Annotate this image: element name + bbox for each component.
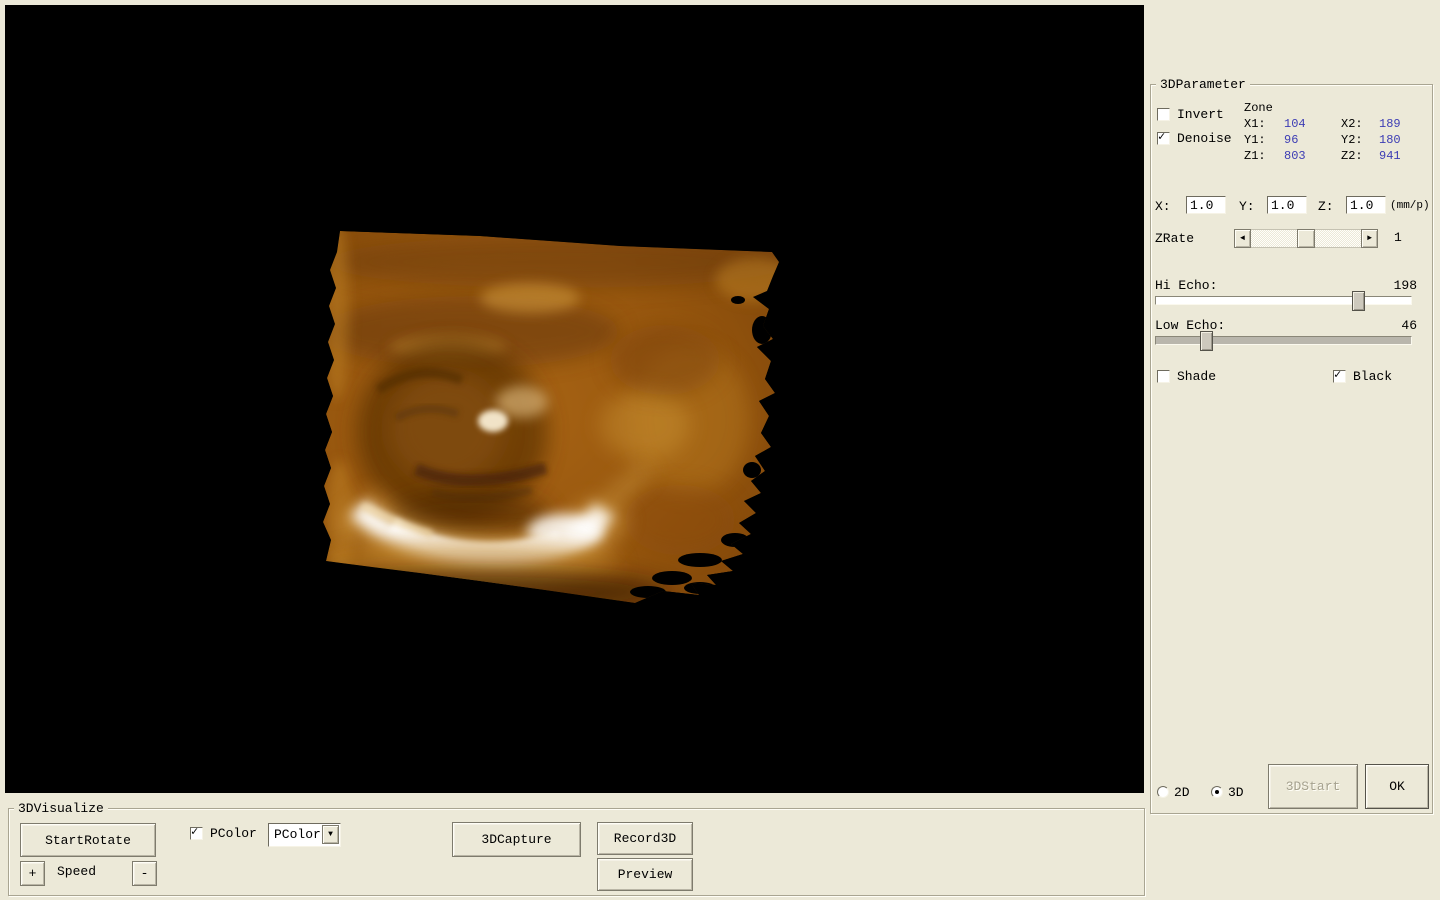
zrate-label: ZRate: [1155, 231, 1195, 246]
zrate-scroll-thumb[interactable]: [1297, 229, 1315, 248]
ultrasound-volume-render: [323, 231, 779, 603]
zone-z1-label: Z1:: [1244, 149, 1266, 163]
scale-z-label: Z:: [1318, 199, 1334, 214]
low-echo-slider-track[interactable]: [1155, 336, 1412, 345]
3dstart-button[interactable]: 3DStart: [1268, 764, 1358, 809]
low-echo-label: Low Echo:: [1155, 318, 1226, 333]
zone-y1-value: 96: [1284, 133, 1299, 147]
zone-y1-label: Y1:: [1244, 133, 1266, 147]
pcolor-checkbox[interactable]: ✓: [190, 825, 203, 840]
start-rotate-button[interactable]: StartRotate: [20, 823, 156, 857]
mode-2d-label: 2D: [1174, 785, 1190, 800]
denoise-label: Denoise: [1177, 131, 1232, 146]
scale-x-input[interactable]: [1186, 196, 1226, 214]
zrate-scroll-right-button[interactable]: ►: [1361, 229, 1378, 248]
denoise-checkbox[interactable]: ✓: [1157, 130, 1170, 145]
chevron-down-icon: ▼: [328, 829, 333, 839]
preview-button[interactable]: Preview: [597, 858, 693, 891]
record3d-button[interactable]: Record3D: [597, 822, 693, 855]
hi-echo-slider-thumb[interactable]: [1352, 291, 1365, 311]
scale-z-input[interactable]: [1346, 196, 1386, 214]
ok-button[interactable]: OK: [1365, 764, 1429, 809]
zrate-scroll-left-button[interactable]: ◄: [1234, 229, 1251, 248]
zrate-scrollbar: ◄ ►: [1234, 229, 1378, 248]
mode-2d-radio[interactable]: [1157, 786, 1169, 798]
scale-x-label: X:: [1155, 199, 1171, 214]
arrow-right-icon: ►: [1367, 233, 1372, 243]
radio-dot: [1215, 790, 1219, 794]
zone-y2-label: Y2:: [1341, 133, 1363, 147]
invert-checkbox[interactable]: [1157, 108, 1170, 121]
zone-z1-value: 803: [1284, 149, 1306, 163]
scale-unit-label: (mm/p): [1390, 200, 1430, 212]
check-icon: ✓: [191, 825, 199, 839]
low-echo-slider-thumb[interactable]: [1200, 331, 1213, 351]
zone-x2-label: X2:: [1341, 117, 1363, 131]
render-viewport[interactable]: [5, 5, 1144, 793]
zrate-value: 1: [1394, 230, 1402, 245]
parameter-groupbox-title: 3DParameter: [1156, 77, 1250, 92]
hi-echo-label: Hi Echo:: [1155, 278, 1218, 293]
shade-checkbox[interactable]: [1157, 370, 1170, 383]
pcolor-dropdown[interactable]: PColor ▼: [268, 823, 341, 847]
mode-3d-radio[interactable]: [1211, 786, 1223, 798]
3dcapture-button[interactable]: 3DCapture: [452, 822, 581, 857]
check-icon: ✓: [1158, 130, 1166, 144]
mode-3d-label: 3D: [1228, 785, 1244, 800]
zone-x1-value: 104: [1284, 117, 1306, 131]
pcolor-dropdown-button[interactable]: ▼: [322, 825, 339, 844]
hi-echo-slider-track[interactable]: [1155, 296, 1412, 305]
zone-z2-label: Z2:: [1341, 149, 1363, 163]
invert-label: Invert: [1177, 107, 1224, 122]
parameter-groupbox: 3DParameter: [1150, 77, 1433, 814]
scale-y-label: Y:: [1239, 199, 1255, 214]
zone-z2-value: 941: [1379, 149, 1401, 163]
visualize-groupbox-title: 3DVisualize: [14, 801, 108, 816]
shade-label: Shade: [1177, 369, 1217, 384]
hi-echo-value: 198: [1393, 278, 1417, 293]
zone-y2-value: 180: [1379, 133, 1401, 147]
speed-minus-button[interactable]: -: [132, 861, 157, 886]
speed-label: Speed: [57, 864, 97, 879]
zone-x1-label: X1:: [1244, 117, 1266, 131]
scale-y-input[interactable]: [1267, 196, 1307, 214]
check-icon: ✓: [1334, 368, 1342, 382]
pcolor-label: PColor: [210, 826, 257, 841]
black-label: Black: [1353, 369, 1393, 384]
speed-plus-button[interactable]: +: [20, 861, 45, 886]
arrow-left-icon: ◄: [1240, 233, 1245, 243]
black-checkbox[interactable]: ✓: [1333, 368, 1346, 383]
low-echo-value: 46: [1401, 318, 1417, 333]
zone-title: Zone: [1244, 101, 1273, 115]
zone-x2-value: 189: [1379, 117, 1401, 131]
